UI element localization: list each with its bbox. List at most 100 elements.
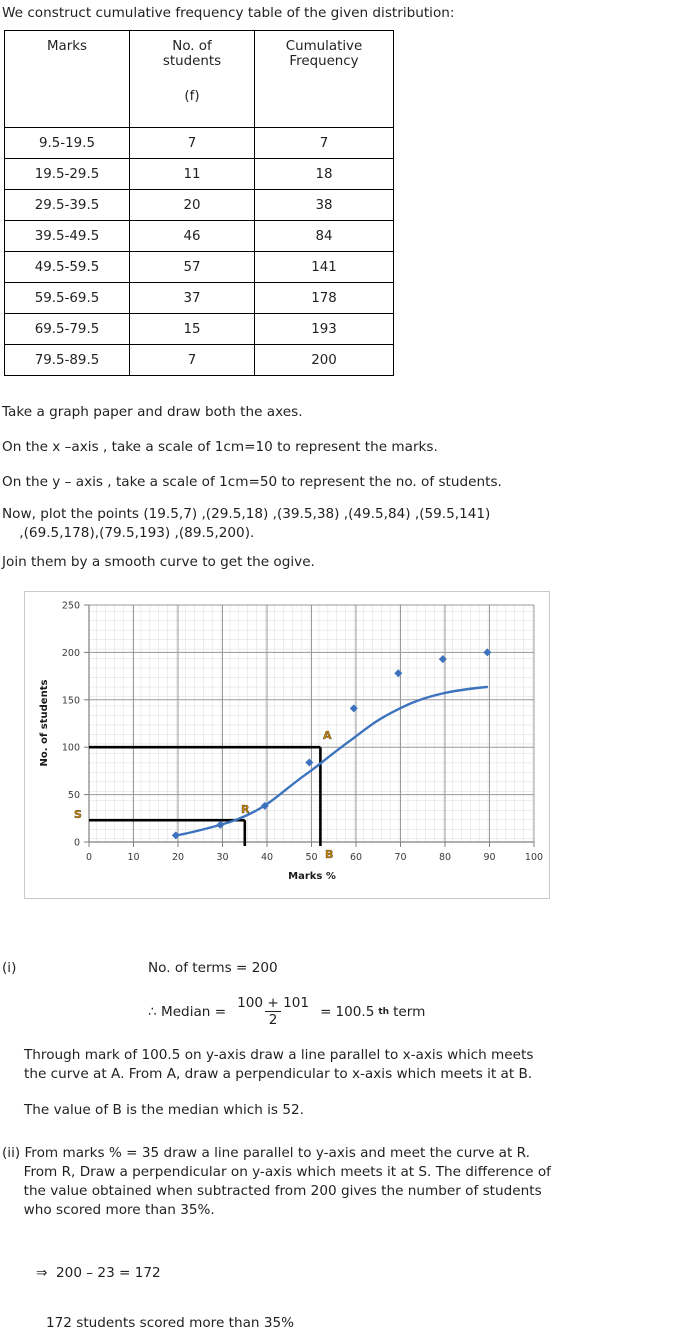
part-ii-line4: who scored more than 35%. (2, 1202, 215, 1218)
cell-cumulative: 84 (254, 220, 394, 252)
cell-marks: 29.5-39.5 (4, 189, 130, 221)
x-tick-label: 70 (394, 852, 406, 863)
y-tick-label: 200 (62, 648, 80, 659)
x-tick-label: 50 (305, 852, 317, 863)
x-tick-label: 60 (350, 852, 362, 863)
y-tick-label: 250 (62, 601, 80, 612)
fraction-numerator: 100 + 101 (237, 995, 310, 1011)
ogive-chart-svg: 250 200 150 100 50 0 0 10 20 30 40 50 60… (39, 601, 543, 883)
median-fraction: 100 + 101 2 (233, 995, 313, 1028)
cell-cumulative: 141 (254, 251, 394, 283)
cell-marks: 79.5-89.5 (4, 344, 130, 376)
cell-cumulative: 38 (254, 189, 394, 221)
cell-cumulative: 200 (254, 344, 394, 376)
y-axis-title: No. of students (39, 680, 50, 767)
cumulative-frequency-table: Marks No. of students (f) Cumulative Fre… (4, 30, 394, 376)
annotation-label-A: A (323, 729, 332, 742)
header-marks-label: Marks (47, 39, 87, 54)
step-y-scale: On the y – axis , take a scale of 1cm=50… (2, 474, 502, 490)
cell-cumulative: 7 (254, 127, 394, 159)
ogive-chart: 250 200 150 100 50 0 0 10 20 30 40 50 60… (24, 591, 550, 899)
header-marks: Marks (4, 30, 130, 128)
header-students-line1: No. of (172, 39, 212, 54)
x-tick-label: 100 (525, 852, 543, 863)
cell-marks: 19.5-29.5 (4, 158, 130, 190)
part-i-terms: No. of terms = 200 (148, 960, 278, 976)
cell-marks: 69.5-79.5 (4, 313, 130, 345)
x-tick-labels: 0 10 20 30 40 50 60 70 80 90 100 (86, 852, 543, 863)
cell-frequency: 7 (129, 127, 255, 159)
part-i-explain-line1: Through mark of 100.5 on y-axis draw a l… (24, 1047, 534, 1063)
part-i-marker: (i) (2, 960, 17, 976)
cell-frequency: 11 (129, 158, 255, 190)
cell-frequency: 37 (129, 282, 255, 314)
part-ii-line2: From R, Draw a perpendicular on y-axis w… (2, 1164, 551, 1180)
x-tick-label: 40 (261, 852, 273, 863)
table-row: 69.5-79.5 15 193 (4, 313, 394, 345)
cell-frequency: 15 (129, 313, 255, 345)
x-tick-label: 0 (86, 852, 92, 863)
intro-text: We construct cumulative frequency table … (2, 5, 455, 21)
y-tick-marks (84, 604, 89, 843)
table-row: 9.5-19.5 7 7 (4, 127, 394, 159)
part-ii-line3: the value obtained when subtracted from … (2, 1183, 542, 1199)
cell-frequency: 20 (129, 189, 255, 221)
step-take-graph: Take a graph paper and draw both the axe… (2, 404, 303, 420)
cell-marks: 49.5-59.5 (4, 251, 130, 283)
x-tick-label: 10 (127, 852, 139, 863)
table-row: 59.5-69.5 37 178 (4, 282, 394, 314)
x-tick-label: 90 (483, 852, 495, 863)
part-ii-calculation: ⇒ 200 – 23 = 172 (36, 1265, 161, 1281)
header-students-line2: students (162, 54, 222, 69)
median-therefore-label: ∴ Median = (148, 1003, 227, 1020)
cell-marks: 39.5-49.5 (4, 220, 130, 252)
median-formula: ∴ Median = 100 + 101 2 = 100.5 th term (148, 995, 425, 1028)
x-tick-label: 20 (172, 852, 184, 863)
header-cumulative-frequency: Cumulative Frequency (254, 30, 394, 128)
cell-cumulative: 18 (254, 158, 394, 190)
annotation-label-R: R (241, 803, 250, 816)
x-tick-label: 80 (439, 852, 451, 863)
header-cumulative-line1: Cumulative (285, 39, 363, 54)
cell-marks: 9.5-19.5 (4, 127, 130, 159)
median-result: 100.5 (335, 1003, 375, 1020)
table-body: 9.5-19.5 7 7 19.5-29.5 11 18 29.5-39.5 2… (4, 127, 394, 376)
y-tick-label: 100 (62, 743, 80, 754)
header-students-symbol: (f) (184, 89, 200, 104)
annotation-label-B: B (325, 848, 333, 861)
annotation-label-S: S (74, 808, 82, 821)
y-tick-label: 0 (74, 838, 80, 849)
step-plot-points-line1: Now, plot the points (19.5,7) ,(29.5,18)… (2, 506, 491, 522)
table-row: 49.5-59.5 57 141 (4, 251, 394, 283)
part-ii-answer: 172 students scored more than 35% (46, 1315, 295, 1331)
median-result-ordinal: th (378, 1006, 390, 1017)
cell-frequency: 46 (129, 220, 255, 252)
table-row: 19.5-29.5 11 18 (4, 158, 394, 190)
step-plot-points-line2: ,(69.5,178),(79.5,193) ,(89.5,200). (2, 525, 255, 541)
table-row: 39.5-49.5 46 84 (4, 220, 394, 252)
step-x-scale: On the x –axis , take a scale of 1cm=10 … (2, 439, 438, 455)
header-cumulative-line2: Frequency (289, 54, 359, 69)
part-i-explain-line2: the curve at A. From A, draw a perpendic… (24, 1066, 533, 1082)
solution-page: We construct cumulative frequency table … (0, 0, 674, 1335)
y-tick-label: 50 (68, 790, 80, 801)
equals-sign: = (320, 1003, 332, 1020)
cell-cumulative: 193 (254, 313, 394, 345)
step-join-curve: Join them by a smooth curve to get the o… (2, 554, 315, 570)
table-row: 29.5-39.5 20 38 (4, 189, 394, 221)
x-tick-label: 30 (216, 852, 228, 863)
cell-frequency: 57 (129, 251, 255, 283)
table-header-row: Marks No. of students (f) Cumulative Fre… (4, 30, 394, 128)
fraction-denominator: 2 (264, 1011, 282, 1028)
table-row: 79.5-89.5 7 200 (4, 344, 394, 376)
cell-marks: 59.5-69.5 (4, 282, 130, 314)
median-result-unit: term (393, 1003, 426, 1020)
cell-frequency: 7 (129, 344, 255, 376)
part-ii-line1: (ii) From marks % = 35 draw a line paral… (2, 1145, 530, 1161)
y-tick-label: 150 (62, 695, 80, 706)
header-students: No. of students (f) (129, 30, 255, 128)
x-axis-title: Marks % (288, 871, 336, 882)
x-tick-marks (88, 842, 535, 847)
cell-cumulative: 178 (254, 282, 394, 314)
part-i-answer: The value of B is the median which is 52… (24, 1102, 304, 1118)
